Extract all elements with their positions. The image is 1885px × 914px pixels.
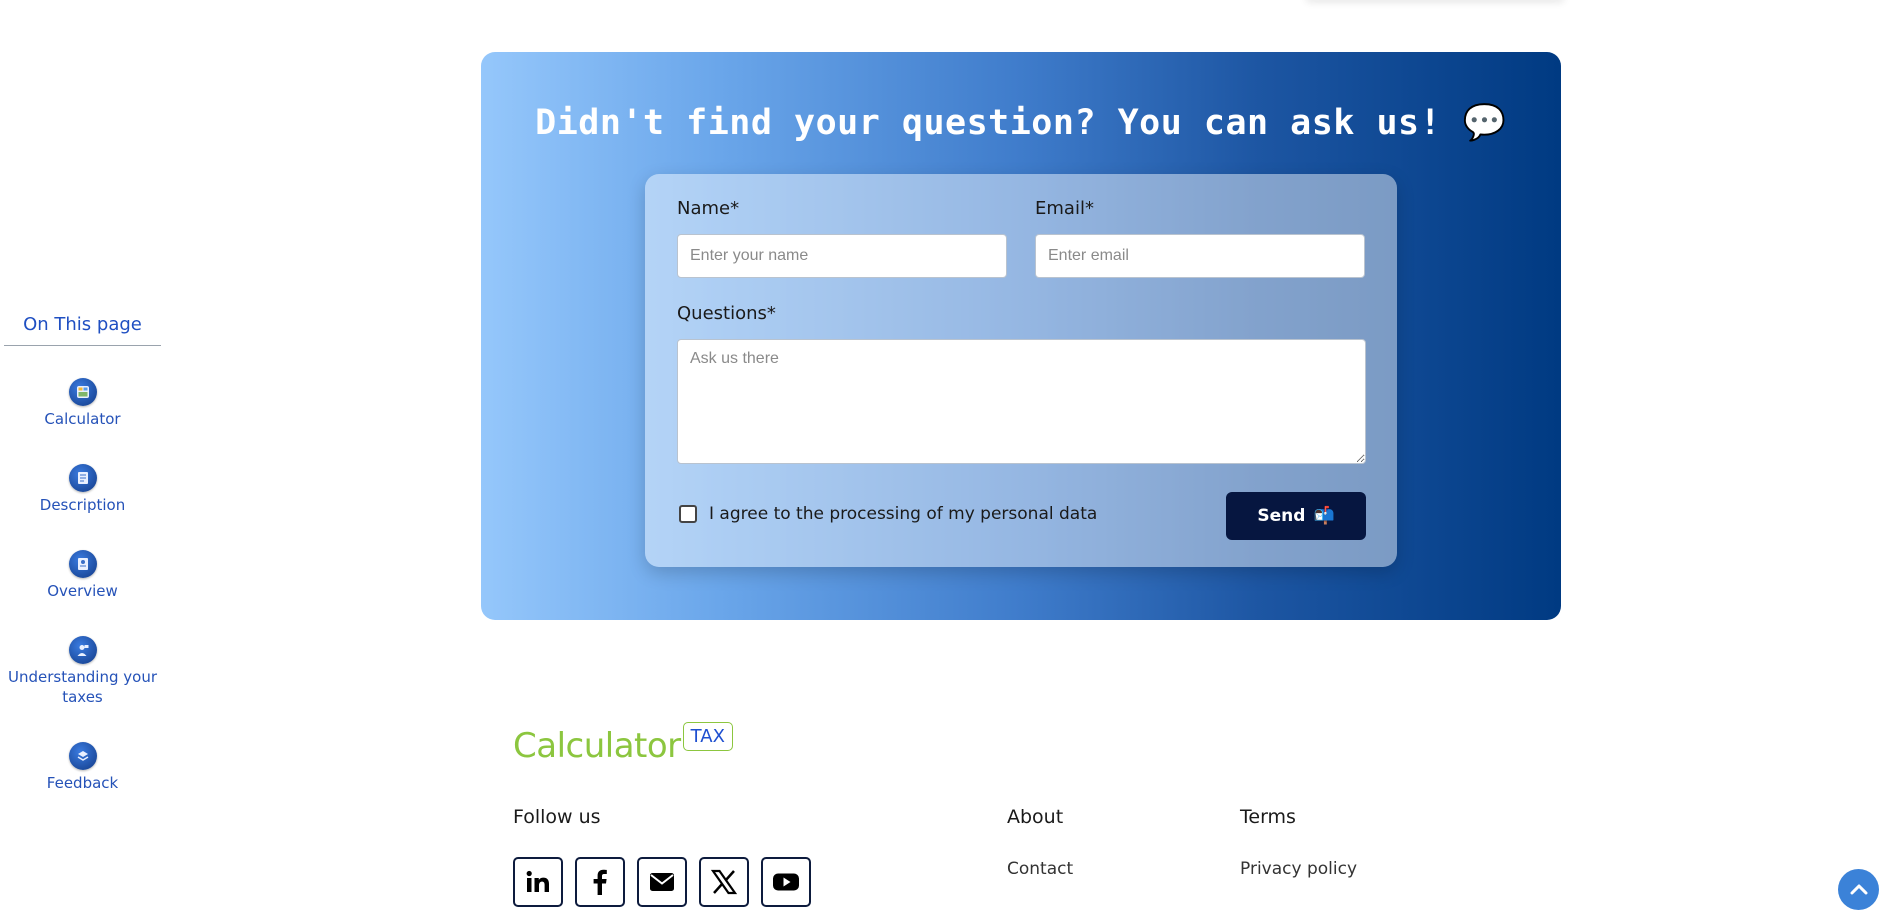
question-form: Name* Email* Questions* I agree to the p… xyxy=(645,174,1397,567)
sidebar-item-understanding-your-taxes[interactable]: Understanding your taxes xyxy=(4,636,161,707)
ask-us-title: Didn't find your question? You can ask u… xyxy=(535,103,1507,143)
page: On This page Calculator Description Over… xyxy=(0,0,1885,914)
linkedin-icon xyxy=(526,870,549,892)
sidebar-item-label: Understanding your taxes xyxy=(7,668,157,706)
facebook-link[interactable] xyxy=(575,857,625,907)
consent-text: I agree to the processing of my personal… xyxy=(709,504,1098,524)
scroll-to-top-button[interactable] xyxy=(1838,869,1879,910)
social-links xyxy=(513,857,811,907)
feedback-icon xyxy=(68,742,97,770)
on-this-page-sidebar: On This page Calculator Description Over… xyxy=(4,314,161,792)
youtube-icon xyxy=(773,873,799,891)
logo-badge: TAX xyxy=(682,722,733,751)
x-link[interactable] xyxy=(699,857,749,907)
ask-us-panel: Didn't find your question? You can ask u… xyxy=(481,52,1561,620)
calculator-tax-logo[interactable]: Calculator TAX xyxy=(513,722,733,766)
sidebar-item-label: Overview xyxy=(47,582,118,600)
sidebar-item-feedback[interactable]: Feedback xyxy=(4,742,161,793)
chevron-up-icon xyxy=(1850,884,1867,894)
name-input[interactable] xyxy=(677,234,1007,278)
email-icon xyxy=(650,873,674,891)
sidebar-item-overview[interactable]: Overview xyxy=(4,550,161,601)
questions-textarea[interactable] xyxy=(677,339,1366,464)
overview-icon xyxy=(68,550,97,578)
linkedin-link[interactable] xyxy=(513,857,563,907)
x-icon xyxy=(710,869,738,895)
send-label: Send xyxy=(1257,506,1306,526)
terms-heading: Terms xyxy=(1240,806,1296,828)
email-link[interactable] xyxy=(637,857,687,907)
privacy-policy-link[interactable]: Privacy policy xyxy=(1240,859,1357,879)
logo-text: Calculator xyxy=(513,726,681,766)
sidebar-item-calculator[interactable]: Calculator xyxy=(4,378,161,429)
sidebar-title: On This page xyxy=(4,314,161,346)
sidebar-item-label: Description xyxy=(39,496,126,514)
person-icon xyxy=(68,636,97,664)
consent-checkbox[interactable] xyxy=(679,505,697,523)
follow-us-heading: Follow us xyxy=(513,806,601,828)
facebook-icon xyxy=(593,869,607,895)
send-button[interactable]: Send 📬 xyxy=(1226,492,1366,540)
email-label: Email* xyxy=(1035,198,1094,219)
sidebar-item-label: Calculator xyxy=(44,410,121,428)
youtube-link[interactable] xyxy=(761,857,811,907)
contact-link[interactable]: Contact xyxy=(1007,859,1073,879)
about-heading: About xyxy=(1007,806,1064,828)
mailbox-icon: 📬 xyxy=(1313,506,1335,526)
calculator-icon xyxy=(68,378,97,406)
consent-row: I agree to the processing of my personal… xyxy=(679,504,1097,524)
document-icon xyxy=(68,464,97,492)
questions-label: Questions* xyxy=(677,303,776,324)
name-label: Name* xyxy=(677,198,740,219)
email-input[interactable] xyxy=(1035,234,1365,278)
sidebar-item-label: Feedback xyxy=(46,774,119,792)
sidebar-item-description[interactable]: Description xyxy=(4,464,161,515)
